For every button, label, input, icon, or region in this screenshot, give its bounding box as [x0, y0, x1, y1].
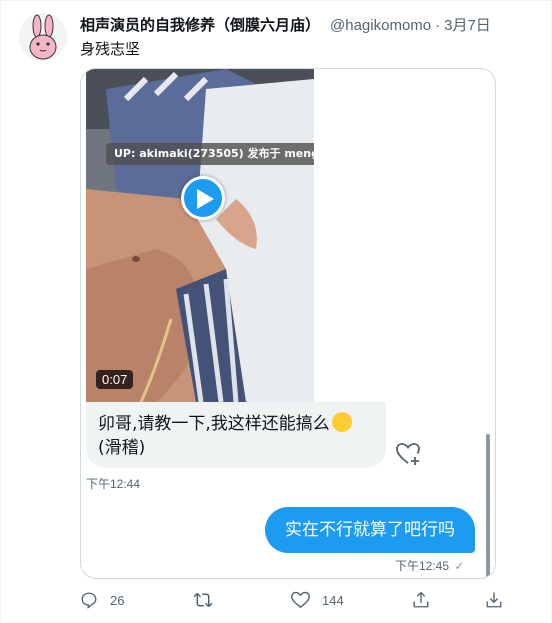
- message-text-suffix: (滑稽): [98, 438, 146, 458]
- upside-down-face-emoji-icon: [331, 412, 352, 432]
- video-player[interactable]: UP: akimaki(273505) 发布于 mengzhan.cc 0:07: [86, 69, 314, 402]
- like-icon: [291, 591, 310, 609]
- like-count: 144: [322, 592, 344, 608]
- retweet-button[interactable]: [193, 591, 225, 609]
- read-check-icon: ✓: [454, 559, 465, 573]
- share-button[interactable]: [412, 591, 430, 609]
- message-time-received: 下午12:44: [86, 477, 141, 491]
- video-watermark: UP: akimaki(273505) 发布于 mengzhan.cc: [106, 143, 314, 165]
- display-name[interactable]: 相声演员的自我修养（倒膜六月庙）: [80, 17, 320, 34]
- rabbit-avatar-icon: [19, 13, 67, 61]
- message-text: 卯哥,请教一下,我这样还能搞么: [98, 414, 330, 434]
- tweet-date[interactable]: 3月7日: [444, 17, 491, 34]
- user-handle[interactable]: @hagikomomo: [330, 17, 431, 34]
- chat-bubble-sent: 实在不行就算了吧行吗: [265, 507, 475, 553]
- message-time-sent: 下午12:45 ✓: [395, 557, 464, 574]
- heart-plus-icon[interactable]: [396, 442, 422, 471]
- video-frame: [86, 69, 314, 402]
- media-card[interactable]: UP: akimaki(273505) 发布于 mengzhan.cc 0:07…: [80, 68, 496, 579]
- scrollbar[interactable]: [486, 434, 490, 578]
- play-icon: [197, 189, 214, 209]
- share-icon: [413, 592, 429, 608]
- tweet-text: 身残志坚: [80, 41, 141, 58]
- avatar[interactable]: [19, 13, 67, 61]
- chat-bubble-received: 卯哥,请教一下,我这样还能搞么 (滑稽): [86, 402, 386, 468]
- reply-count: 26: [110, 592, 125, 608]
- tweet-header: 相声演员的自我修养（倒膜六月庙） @hagikomomo · 3月7日: [80, 14, 491, 35]
- reply-icon: [81, 592, 97, 609]
- play-button[interactable]: [181, 176, 225, 220]
- reply-button[interactable]: 26: [80, 591, 124, 609]
- like-button[interactable]: 144: [291, 591, 344, 609]
- video-duration: 0:07: [96, 370, 134, 389]
- retweet-icon: [193, 592, 213, 608]
- download-button[interactable]: [485, 591, 503, 609]
- time-text: 下午12:45: [395, 559, 450, 573]
- separator-dot: ·: [435, 17, 441, 34]
- download-icon: [486, 592, 502, 608]
- tweet: 相声演员的自我修养（倒膜六月庙） @hagikomomo · 3月7日 身残志坚 UP…: [0, 0, 552, 623]
- tweet-actions: 26 144: [80, 591, 520, 615]
